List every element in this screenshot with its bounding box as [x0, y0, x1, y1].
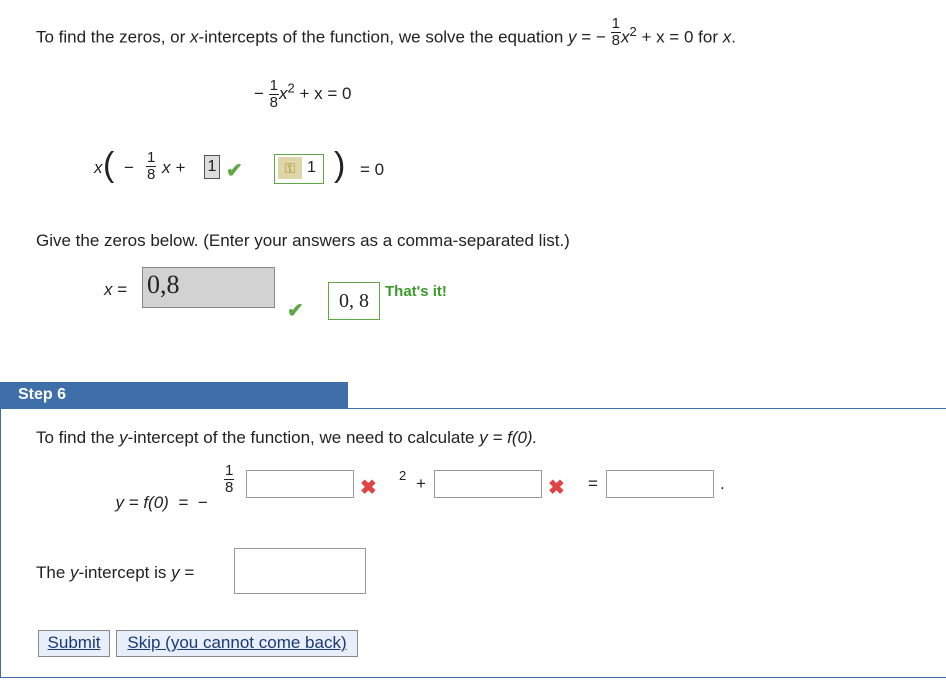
key-icon: ⚿ — [278, 157, 302, 179]
minus-sign: − — [254, 83, 264, 103]
equation-2: x ( − 18 x + 1 ✔ ⚿ 1 ) = 0 — [94, 146, 394, 190]
yint-input[interactable] — [234, 548, 366, 594]
eq-sign: = — [581, 27, 592, 47]
var-x: x — [722, 27, 732, 47]
eq-sign: = — [117, 280, 128, 299]
var-x: x — [279, 83, 288, 103]
var-y: y — [119, 428, 128, 447]
eq-rest: + x = 0 — [299, 83, 352, 103]
period: . — [720, 474, 725, 493]
key-answer-box: ⚿ 1 — [274, 154, 324, 184]
var-y: y — [171, 563, 180, 582]
intro-part: + x = 0 — [641, 27, 694, 47]
eq-rest: = 0 — [360, 160, 385, 179]
cross-icon: ✖ — [360, 477, 377, 499]
period: . — [731, 27, 736, 47]
step-part: To find the — [36, 428, 120, 447]
step-frame-bottom — [0, 677, 946, 678]
check-icon: ✔ — [226, 160, 243, 182]
var-y: y — [568, 27, 577, 47]
exponent: 2 — [629, 24, 637, 39]
yint-part: The — [36, 563, 71, 582]
frac-den: 8 — [611, 31, 620, 49]
fraction: 18 — [146, 149, 157, 183]
frac-den: 8 — [225, 479, 234, 496]
step-frame-left — [0, 409, 1, 677]
formula-input-2[interactable] — [434, 470, 542, 498]
zeros-prompt: Give the zeros below. (Enter your answer… — [36, 231, 570, 250]
intro-text: To find the zeros, or x-intercepts of th… — [36, 15, 736, 49]
equation-1: − 1 8 x2 + x = 0 — [254, 78, 351, 111]
frac-num: 1 — [610, 14, 621, 33]
exponent: 2 — [287, 80, 295, 96]
eq-sign: = — [184, 563, 195, 582]
skip-button[interactable]: Skip (you cannot come back) — [116, 630, 358, 657]
minus-sign: − — [124, 158, 134, 177]
step-header-line — [348, 408, 946, 409]
step-title: Step 6 — [18, 386, 67, 403]
zeros-label: x = — [104, 280, 127, 300]
intro-part: -intercepts of the function, we solve th… — [198, 27, 569, 47]
frac-den: 8 — [147, 166, 156, 183]
formula-left: y = f(0) = − — [106, 473, 208, 513]
cross-icon: ✖ — [548, 477, 565, 499]
var-x: x + — [162, 158, 186, 177]
formula-text: y = f(0) = − — [115, 493, 208, 512]
key-answer: 1 — [307, 159, 316, 176]
var-x: x — [190, 27, 199, 47]
frac-den: 8 — [269, 94, 279, 111]
frac-num: 1 — [146, 149, 157, 167]
var-y: y — [70, 563, 79, 582]
var-x: x — [104, 280, 113, 299]
formula-input-1[interactable] — [246, 470, 354, 498]
fraction: 18 — [268, 77, 280, 111]
close-paren: ) — [334, 146, 346, 184]
yint-part: -intercept is — [78, 563, 172, 582]
submit-button[interactable]: Submit — [38, 630, 110, 657]
check-icon: ✔ — [287, 300, 304, 322]
exponent: 2 — [399, 468, 407, 483]
correct-answer-box: 0, 8 — [328, 282, 380, 320]
step-part: -intercept of the function, we need to c… — [127, 428, 480, 447]
yint-label: The y-intercept is y = — [36, 563, 194, 583]
eq-sign: = — [588, 474, 598, 493]
answer-box: 1 — [204, 155, 220, 179]
formula-input-3[interactable] — [606, 470, 714, 498]
intro-part: To find the zeros, or — [36, 27, 191, 47]
zeros-input[interactable]: 0,8 — [142, 267, 275, 308]
intro-part: for — [698, 27, 723, 47]
minus-sign: − — [595, 27, 606, 47]
plus-sign: + — [416, 474, 426, 493]
open-paren: ( — [103, 146, 115, 184]
frac-num: 1 — [224, 462, 235, 480]
fraction: 18 — [224, 462, 235, 496]
var-x: x — [94, 158, 103, 177]
step-eq: y = f(0). — [479, 428, 538, 447]
frac-num: 1 — [268, 77, 280, 95]
step-text: To find the y-intercept of the function,… — [36, 428, 537, 448]
feedback-text: That's it! — [385, 283, 447, 300]
fraction: 18 — [610, 14, 621, 49]
